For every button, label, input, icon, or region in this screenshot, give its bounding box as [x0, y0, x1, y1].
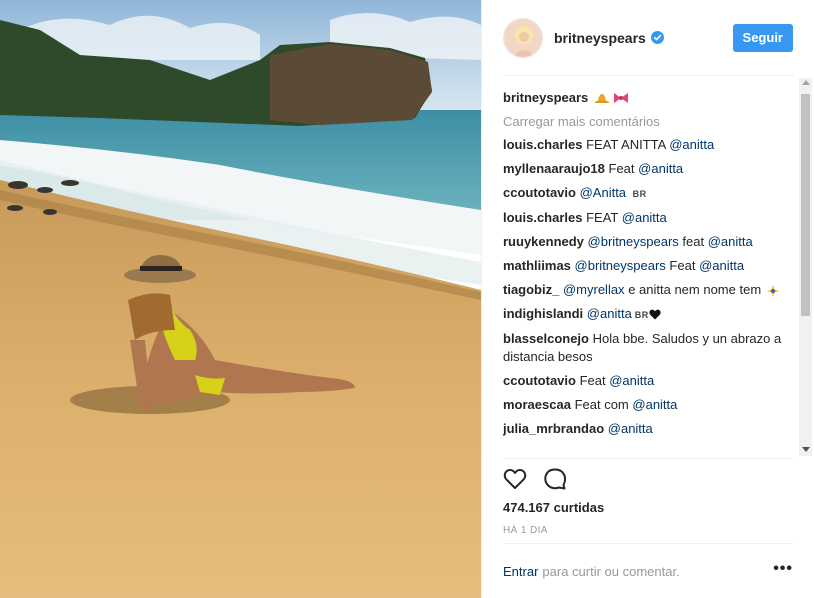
comment: ccoutotavio Feat @anitta	[503, 372, 793, 390]
scroll-thumb[interactable]	[801, 94, 810, 316]
comments-list[interactable]: britneyspears Carregar mais comentários …	[503, 78, 793, 456]
comment-username[interactable]: tiagobiz_	[503, 282, 559, 297]
comment-username[interactable]: indighislandi	[503, 306, 583, 321]
verified-badge-icon	[650, 31, 664, 44]
post-header: britneyspears Seguir	[503, 0, 793, 76]
comment-mention[interactable]: @anitta	[587, 306, 632, 321]
comment-text: Feat	[669, 258, 696, 273]
comment-mention[interactable]: @britneyspears	[575, 258, 666, 273]
post-caption: britneyspears	[503, 90, 793, 105]
comment: blasselconejo Hola bbe. Saludos y un abr…	[503, 330, 793, 366]
load-more-comments[interactable]: Carregar mais comentários	[503, 113, 793, 130]
comment-text: Feat com	[574, 397, 629, 412]
comment-username[interactable]: louis.charles	[503, 210, 582, 225]
comment-mention[interactable]: @anitta	[609, 373, 654, 388]
comment: louis.charles FEAT ANITTA @anitta	[503, 136, 793, 154]
sparkle-emoji-icon	[766, 284, 779, 297]
comment-username[interactable]: mathliimas	[503, 258, 571, 273]
comment-username[interactable]: ccoutotavio	[503, 373, 576, 388]
comment-username[interactable]: myllenaaraujo18	[503, 161, 605, 176]
beach-photo-illustration	[0, 0, 481, 598]
login-link[interactable]: Entrar	[503, 564, 538, 579]
comment-mention[interactable]: @anitta	[708, 234, 753, 249]
comment-icon[interactable]	[543, 467, 567, 491]
comment: ruuykennedy @britneyspears feat @anitta	[503, 233, 793, 251]
comment-username[interactable]: louis.charles	[503, 137, 582, 152]
comment-mention[interactable]: @anitta	[669, 137, 714, 152]
comment-text: Feat	[579, 373, 606, 388]
comment-text: Feat	[608, 161, 635, 176]
flag-br: BR	[632, 189, 647, 199]
comment-mention[interactable]: @britneyspears	[588, 234, 679, 249]
ribbon-icon	[614, 92, 629, 103]
comment-text: feat	[682, 234, 705, 249]
comment-mention[interactable]: @anitta	[632, 397, 677, 412]
comment-mention[interactable]: @anitta	[699, 258, 744, 273]
comment-text: e anitta nem nome tem	[628, 282, 762, 297]
flag-br: BR	[634, 310, 649, 320]
comment: tiagobiz_ @myrellax e anitta nem nome te…	[503, 281, 793, 299]
hat-icon	[595, 93, 610, 103]
post-photo	[0, 0, 481, 598]
comment: myllenaaraujo18 Feat @anitta	[503, 160, 793, 178]
login-prompt-text: para curtir ou comentar.	[542, 564, 680, 579]
username[interactable]: britneyspears	[554, 30, 646, 46]
comment-username[interactable]: julia_mrbrandao	[503, 421, 604, 436]
login-prompt: Entrar para curtir ou comentar. •••	[503, 543, 793, 598]
comment: moraescaa Feat com @anitta	[503, 396, 793, 414]
comment-mention[interactable]: @anitta	[622, 210, 667, 225]
comment: mathliimas @britneyspears Feat @anitta	[503, 257, 793, 275]
more-options-icon[interactable]: •••	[773, 560, 793, 580]
comment: indighislandi @anitta BR	[503, 305, 793, 324]
comment-text: FEAT	[586, 210, 619, 225]
caption-emojis	[594, 92, 629, 104]
avatar[interactable]	[503, 17, 543, 58]
caption-username[interactable]: britneyspears	[503, 90, 588, 105]
comment: louis.charles FEAT @anitta	[503, 209, 793, 227]
comment: ccoutotavio @Anitta BR	[503, 184, 793, 203]
follow-button[interactable]: Seguir	[732, 23, 793, 52]
black-heart-icon	[649, 309, 661, 320]
comment: julia_mrbrandao @anitta	[503, 420, 793, 438]
comment-text: FEAT ANITTA	[586, 137, 666, 152]
comment-mention[interactable]: @anitta	[608, 421, 653, 436]
comment-mention[interactable]: @anitta	[638, 161, 683, 176]
comment-username[interactable]: blasselconejo	[503, 331, 589, 346]
scroll-down-arrow-icon[interactable]	[802, 447, 810, 452]
comments-scrollbar[interactable]	[799, 78, 812, 456]
heart-icon[interactable]	[503, 467, 527, 491]
scroll-up-arrow-icon[interactable]	[802, 80, 810, 85]
likes-count[interactable]: 474.167 curtidas	[503, 500, 604, 515]
comment-mention[interactable]: @myrellax	[563, 282, 625, 297]
post-timestamp[interactable]: HÁ 1 DIA	[503, 525, 548, 536]
comment-mention[interactable]: @Anitta	[580, 185, 626, 200]
post-actions	[503, 458, 793, 498]
comment-username[interactable]: ccoutotavio	[503, 185, 576, 200]
comment-username[interactable]: ruuykennedy	[503, 234, 584, 249]
comment-username[interactable]: moraescaa	[503, 397, 571, 412]
